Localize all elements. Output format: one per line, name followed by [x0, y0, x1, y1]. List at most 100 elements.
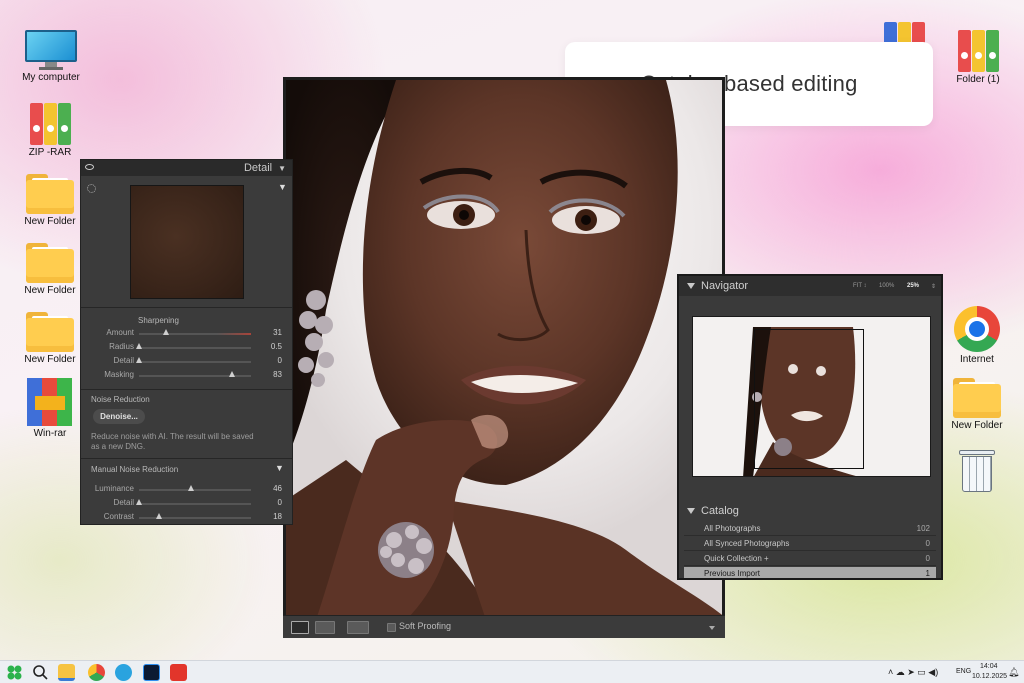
acrobat-icon[interactable]	[170, 664, 187, 681]
archive-binders-icon	[956, 28, 1000, 72]
language-indicator[interactable]: ENG	[956, 668, 971, 675]
desktop-icon-new-folder-right[interactable]: New Folder	[945, 378, 1009, 432]
loupe-view-button[interactable]	[291, 621, 309, 634]
compare-view-button[interactable]	[315, 621, 335, 634]
slider-thumb[interactable]	[136, 343, 142, 349]
clock-date[interactable]: 10.12.2025	[972, 673, 1007, 680]
slider-track[interactable]	[139, 503, 251, 505]
slider-value[interactable]: 18	[273, 512, 282, 521]
slider-value[interactable]: 46	[273, 484, 282, 493]
navigator-header[interactable]: Navigator FIT ↕ 100% 25% ⇕	[679, 276, 941, 296]
zoom-fit-option[interactable]: FIT ↕	[853, 283, 867, 289]
taskbar: ˄ ☁ ➤ ▭ ◀) ENG 14:04 10.12.2025 🔔︎	[0, 660, 1024, 683]
desktop-icon-new-folder-2[interactable]: New Folder	[18, 243, 82, 297]
desktop-icon-my-computer[interactable]: My computer	[19, 30, 83, 84]
slider-thumb[interactable]	[187, 485, 194, 491]
slider-row-amount[interactable]: Amount 31	[81, 327, 292, 339]
noise-reduction-title: Noise Reduction	[91, 395, 150, 404]
slider-row-detail[interactable]: Detail 0	[81, 355, 292, 367]
manual-noise-triangle-icon[interactable]: ▼	[275, 463, 284, 473]
navigator-preview[interactable]	[692, 316, 931, 477]
slider-value[interactable]: 83	[273, 370, 282, 379]
zoom-100-option[interactable]: 100%	[879, 283, 894, 289]
desktop-icon-label: My computer	[22, 72, 80, 83]
zoom-25-option[interactable]: 25%	[907, 283, 919, 289]
detail-preview-thumbnail[interactable]	[130, 185, 244, 299]
telegram-icon[interactable]	[115, 664, 132, 681]
search-icon[interactable]	[32, 664, 49, 681]
denoise-button[interactable]: Denoise...	[93, 409, 145, 424]
catalog-row[interactable]: All Synced Photographs 0	[684, 537, 936, 551]
desktop-icon-recycle-bin[interactable]	[945, 448, 1009, 492]
slider-value[interactable]: 0	[278, 356, 282, 365]
catalog-row-count: 102	[916, 524, 930, 533]
slider-row-contrast[interactable]: Contrast 18	[81, 511, 292, 523]
toolbar-menu-chevron-icon[interactable]	[709, 626, 715, 630]
chrome-taskbar-icon[interactable]	[88, 664, 105, 681]
slider-value[interactable]: 0	[278, 498, 282, 507]
slider-row-detail[interactable]: Detail 0	[81, 497, 292, 509]
catalog-row-count: 1	[925, 569, 930, 578]
soft-proofing-checkbox[interactable]	[387, 623, 396, 632]
slider-thumb[interactable]	[162, 329, 169, 335]
winrar-icon	[27, 378, 73, 426]
catalog-row[interactable]: Quick Collection + 0	[684, 552, 936, 566]
slider-row-masking[interactable]: Masking 83	[81, 369, 292, 381]
catalog-header[interactable]: Catalog	[679, 502, 941, 520]
slider-row-radius[interactable]: Radius 0.5	[81, 341, 292, 353]
slider-track[interactable]	[139, 361, 251, 363]
slider-label: Radius	[109, 342, 134, 351]
catalog-row-name: Previous Import	[704, 569, 761, 578]
catalog-collapse-icon[interactable]	[687, 508, 695, 514]
slider-track[interactable]	[139, 347, 251, 349]
navigator-collapse-icon[interactable]	[687, 283, 695, 289]
catalog-row[interactable]: Previous Import 1	[684, 567, 936, 578]
main-photo-view[interactable]	[283, 77, 725, 638]
before-after-button[interactable]	[347, 621, 369, 634]
desktop-icon-new-folder-1[interactable]: New Folder	[18, 174, 82, 228]
slider-row-luminance[interactable]: Luminance 46	[81, 483, 292, 495]
catalog-row[interactable]: All Photographs 102	[684, 522, 936, 536]
desktop-icon-zip-rar[interactable]: ZIP -RAR	[18, 101, 82, 159]
folder-icon	[26, 243, 74, 283]
slider-label: Masking	[104, 370, 134, 379]
desktop-icon-new-folder-3[interactable]: New Folder	[18, 312, 82, 366]
computer-icon	[25, 30, 77, 70]
slider-value[interactable]: 31	[273, 328, 282, 337]
navigator-viewport-rect[interactable]	[754, 329, 864, 469]
desktop-icon-win-rar[interactable]: Win-rar	[18, 378, 82, 440]
sharpening-title: Sharpening	[138, 316, 179, 325]
zoom-stepper-icon[interactable]: ⇕	[931, 283, 936, 290]
notification-bell-icon[interactable]: 🔔︎	[1008, 667, 1019, 678]
collapse-triangle-icon[interactable]: ▼	[278, 164, 286, 173]
desktop-icon-internet[interactable]: Internet	[945, 306, 1009, 366]
slider-value[interactable]: 0.5	[271, 342, 282, 351]
noise-reduction-description: Reduce noise with AI. The result will be…	[91, 432, 254, 441]
folder-icon	[26, 174, 74, 214]
ring-jewelry	[378, 522, 434, 578]
portrait-photo	[286, 80, 722, 620]
slider-track[interactable]	[139, 489, 251, 491]
desktop-icon-label: New Folder	[24, 216, 76, 227]
slider-thumb[interactable]	[136, 357, 142, 363]
slider-thumb[interactable]	[228, 371, 235, 377]
archive-binders-icon	[28, 101, 72, 145]
detail-panel-header[interactable]: Detail ▼	[81, 160, 292, 176]
photoshop-icon[interactable]	[143, 664, 160, 681]
tray-icons[interactable]: ˄ ☁ ➤ ▭ ◀)	[888, 667, 938, 678]
manual-noise-reduction-title: Manual Noise Reduction	[91, 465, 179, 474]
desktop-icon-folder-1[interactable]: Folder (1)	[946, 28, 1010, 86]
slider-thumb[interactable]	[136, 499, 142, 505]
slider-track[interactable]	[139, 333, 251, 335]
slider-label: Contrast	[103, 512, 134, 521]
target-adjustment-icon[interactable]	[87, 184, 96, 193]
file-explorer-icon[interactable]	[58, 664, 75, 681]
chrome-icon	[954, 306, 1000, 352]
noise-reduction-description-2: as a new DNG.	[91, 442, 146, 451]
preview-menu-triangle-icon[interactable]: ▼	[278, 182, 287, 192]
slider-thumb[interactable]	[156, 513, 163, 519]
clock-time[interactable]: 14:04	[980, 663, 998, 670]
desktop-icon-label: Folder (1)	[956, 74, 1000, 85]
eye-toggle-icon[interactable]	[85, 164, 94, 170]
start-button-icon[interactable]	[6, 664, 23, 681]
